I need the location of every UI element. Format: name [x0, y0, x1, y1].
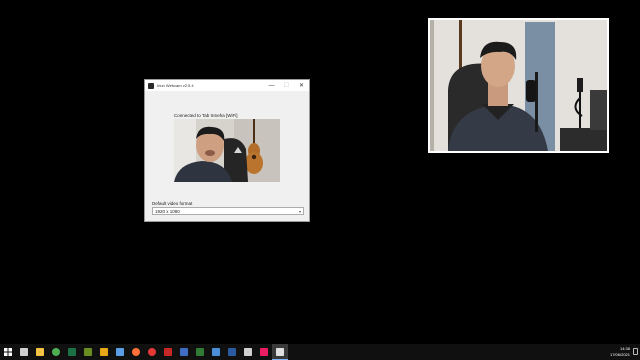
- app-icon: [100, 348, 108, 356]
- media-player-icon: [228, 348, 236, 356]
- video-format-label: Default video format: [152, 201, 193, 206]
- video-format-value: 1920 x 1080: [155, 208, 180, 214]
- maximize-button: ☐: [283, 82, 290, 89]
- search-icon: [20, 348, 28, 356]
- taskbar-app-button[interactable]: [96, 344, 112, 360]
- minimize-button[interactable]: —: [264, 80, 279, 91]
- system-clock[interactable]: 14:38 17/06/2021: [610, 346, 630, 358]
- chrome-icon: [52, 348, 60, 356]
- webcam-overlay: [428, 18, 609, 153]
- excel-icon: [68, 348, 76, 356]
- taskbar-app-button[interactable]: [160, 344, 176, 360]
- clock-date: 17/06/2021: [609, 352, 630, 357]
- taskbar-app-button[interactable]: [208, 344, 224, 360]
- iriun-webcam-icon: [276, 347, 284, 356]
- chevron-down-icon: ▾: [298, 209, 301, 214]
- app-icon: [244, 348, 252, 356]
- taskbar-app-button[interactable]: [256, 344, 272, 360]
- taskbar-app-button[interactable]: [144, 344, 160, 360]
- taskbar-app-button[interactable]: [176, 344, 192, 360]
- taskbar-app-button[interactable]: [16, 344, 32, 360]
- taskbar-app-button[interactable]: [80, 344, 96, 360]
- taskbar-app-button[interactable]: [112, 344, 128, 360]
- window-controls: — ☐ ✕: [264, 80, 309, 91]
- file-explorer-icon: [36, 348, 44, 356]
- taskbar-pinned-apps: [16, 344, 288, 360]
- webcam-overlay-image: [430, 20, 607, 151]
- app-icon: [196, 348, 204, 356]
- notification-icon[interactable]: [633, 348, 638, 355]
- taskbar: 14:38 17/06/2021: [0, 344, 640, 360]
- camera-preview-image: [174, 119, 280, 182]
- video-format-select[interactable]: 1920 x 1080 ▾: [152, 207, 304, 215]
- taskbar-app-button[interactable]: [192, 344, 208, 360]
- window-title: Iriun Webcam v2.5.4: [157, 83, 194, 88]
- start-button[interactable]: [0, 344, 16, 360]
- app-icon: [260, 348, 268, 356]
- taskbar-app-button[interactable]: [128, 344, 144, 360]
- app-icon: [84, 348, 92, 356]
- webcam-overlay-video: [430, 20, 607, 151]
- windows-logo-icon: [4, 348, 12, 356]
- app-icon: [164, 348, 172, 356]
- app-icon: [212, 348, 220, 356]
- taskbar-app-button[interactable]: [272, 344, 288, 360]
- camera-preview: [174, 119, 280, 182]
- iriun-webcam-window: Iriun Webcam v2.5.4 — ☐ ✕ Connected to T…: [144, 79, 310, 222]
- taskbar-app-button[interactable]: [48, 344, 64, 360]
- taskbar-app-button[interactable]: [240, 344, 256, 360]
- app-icon: [116, 348, 124, 356]
- taskbar-app-button[interactable]: [224, 344, 240, 360]
- iriun-app-icon: [148, 82, 154, 89]
- record-icon: [148, 348, 156, 356]
- app-icon: [180, 348, 188, 356]
- firefox-icon: [132, 348, 140, 356]
- close-button[interactable]: ✕: [294, 80, 309, 91]
- window-titlebar[interactable]: Iriun Webcam v2.5.4 — ☐ ✕: [145, 80, 309, 91]
- connection-status: Connected to Tab Smeha [WiFi]: [174, 113, 238, 118]
- taskbar-app-button[interactable]: [64, 344, 80, 360]
- taskbar-app-button[interactable]: [32, 344, 48, 360]
